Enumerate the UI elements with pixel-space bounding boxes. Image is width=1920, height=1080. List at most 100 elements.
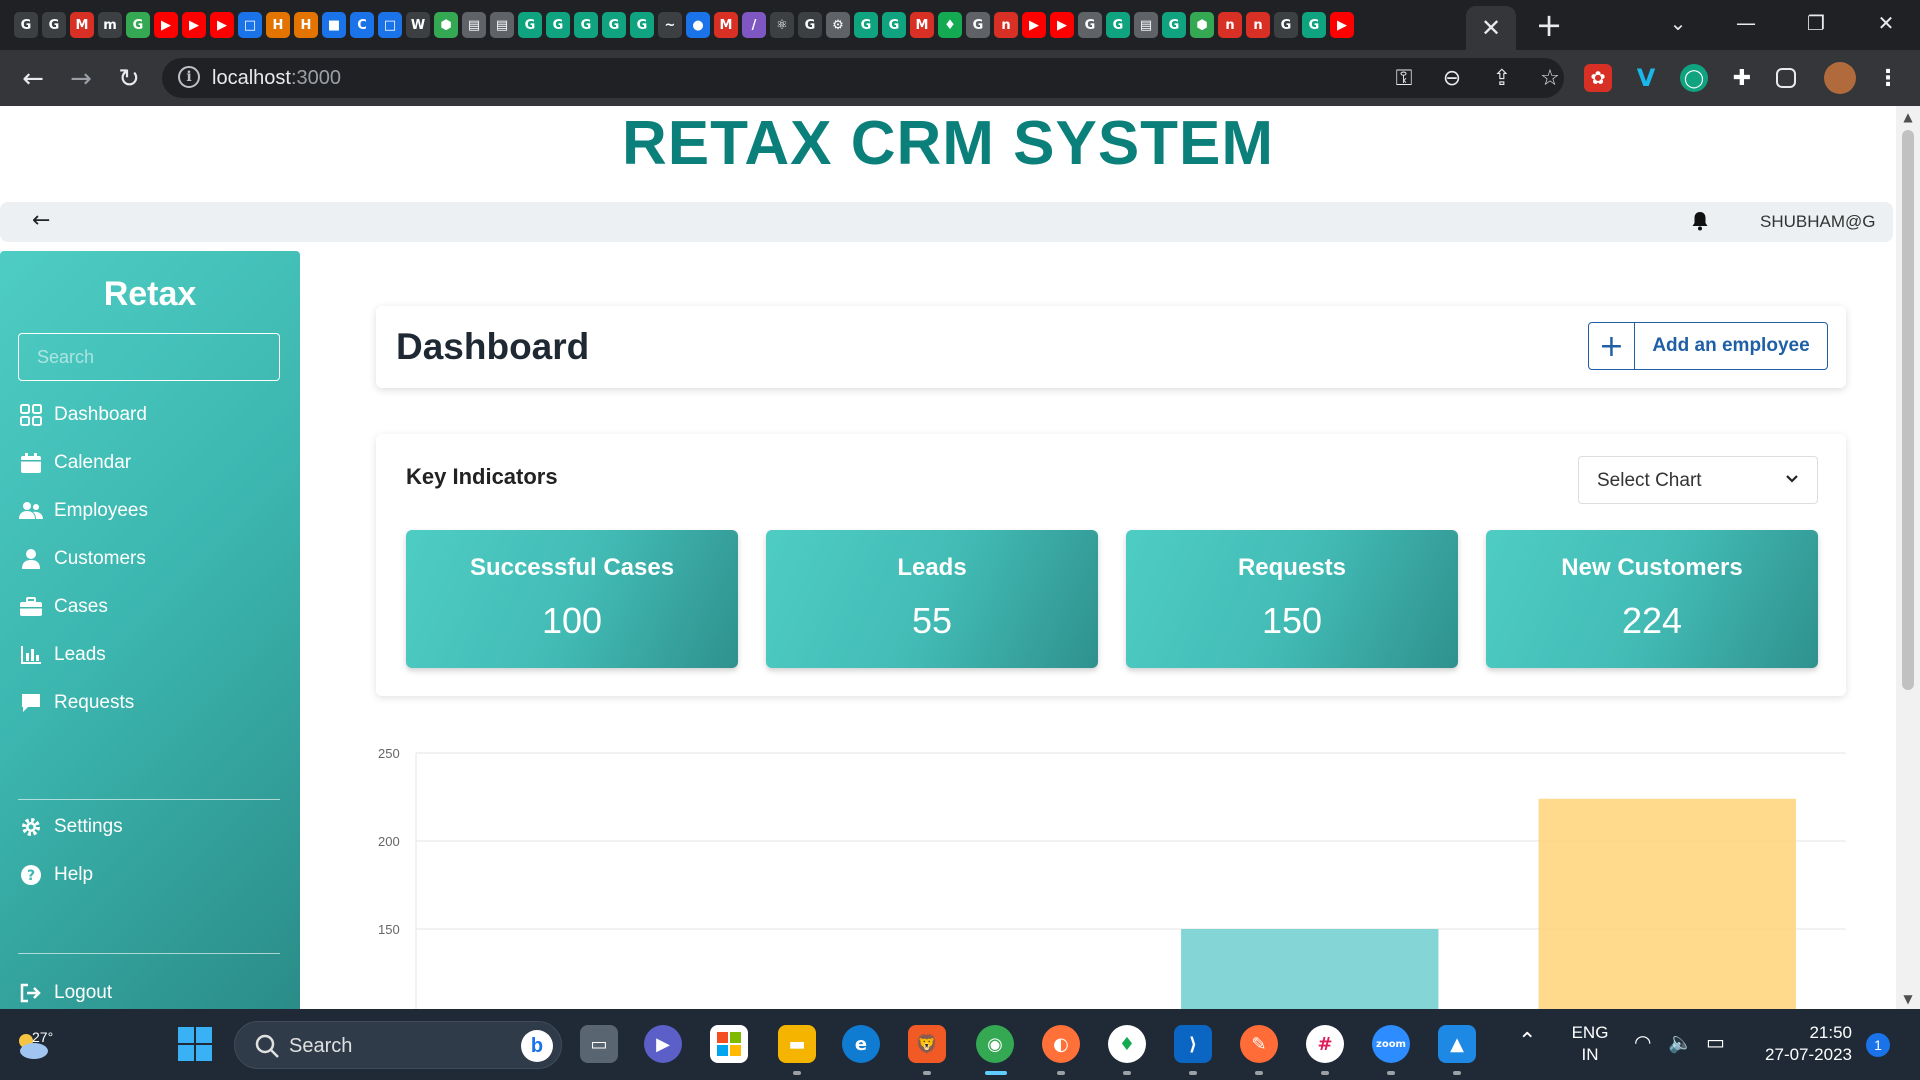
pinned-tab-favicon[interactable]: ⚛ xyxy=(770,12,794,38)
scroll-down-arrow[interactable]: ▼ xyxy=(1902,992,1914,1006)
pinned-tab-favicon[interactable]: ~ xyxy=(658,12,682,38)
page-scrollbar[interactable]: ▲ ▼ xyxy=(1896,106,1920,1009)
task-view-icon[interactable]: ▭ xyxy=(580,1025,618,1063)
pinned-tab-favicon[interactable]: G xyxy=(42,12,66,38)
pinned-tab-favicon[interactable]: ▤ xyxy=(462,12,486,38)
pinned-tab-favicon[interactable]: n xyxy=(1246,12,1270,38)
sidebar-item-leads[interactable]: Leads xyxy=(18,639,106,671)
pinned-tab-favicon[interactable]: ▶ xyxy=(210,12,234,38)
pinned-tab-favicon[interactable]: ▶ xyxy=(182,12,206,38)
pinned-tab-favicon[interactable]: G xyxy=(798,12,822,38)
sidebar-item-customers[interactable]: Customers xyxy=(18,543,146,575)
sidebar-item-settings[interactable]: Settings xyxy=(18,811,123,843)
scroll-thumb[interactable] xyxy=(1902,130,1914,690)
new-tab-button[interactable]: + xyxy=(1530,6,1568,44)
vimeo-icon[interactable]: V xyxy=(1632,64,1660,92)
pinned-tab-favicon[interactable]: ⬢ xyxy=(1190,12,1214,38)
sidebar-item-help[interactable]: ? Help xyxy=(18,859,93,891)
sidepanel-icon[interactable] xyxy=(1776,68,1796,88)
pinned-tab-favicon[interactable]: n xyxy=(1218,12,1242,38)
pinned-tab-favicon[interactable]: ▶ xyxy=(1022,12,1046,38)
pinned-tab-favicon[interactable]: G xyxy=(602,12,626,38)
pinned-tab-favicon[interactable]: G xyxy=(1162,12,1186,38)
pinned-tab-favicon[interactable]: G xyxy=(1106,12,1130,38)
back-button[interactable]: ← xyxy=(16,62,50,96)
pinned-tab-favicon[interactable]: ▶ xyxy=(1050,12,1074,38)
wifi-icon[interactable]: ◠ xyxy=(1634,1031,1651,1053)
photos-icon[interactable]: ▲ xyxy=(1438,1025,1476,1063)
sidebar-item-employees[interactable]: Employees xyxy=(18,495,148,527)
pinned-tab-favicon[interactable]: ▤ xyxy=(1134,12,1158,38)
sidebar-item-calendar[interactable]: Calendar xyxy=(18,447,131,479)
key-icon[interactable]: ⚿ xyxy=(1390,64,1418,92)
info-icon[interactable]: i xyxy=(178,66,200,88)
pinned-tab-favicon[interactable]: / xyxy=(742,12,766,38)
back-arrow-icon[interactable]: ← xyxy=(32,208,50,233)
pinned-tab-favicon[interactable]: G xyxy=(966,12,990,38)
pinned-tab-favicon[interactable]: ⬢ xyxy=(434,12,458,38)
pinned-tab-favicon[interactable]: ■ xyxy=(322,12,346,38)
microsoft-store-icon[interactable] xyxy=(710,1025,748,1063)
pinned-tab-favicon[interactable]: H xyxy=(294,12,318,38)
pinned-tab-favicon[interactable]: W xyxy=(406,12,430,38)
pinned-tab-favicon[interactable]: ▤ xyxy=(490,12,514,38)
select-chart-dropdown[interactable]: Select Chart xyxy=(1578,456,1818,504)
pinned-tab-favicon[interactable]: M xyxy=(910,12,934,38)
pinned-tab-favicon[interactable]: G xyxy=(546,12,570,38)
sidebar-search-input[interactable] xyxy=(18,333,280,381)
pinned-tab-favicon[interactable]: ▶ xyxy=(154,12,178,38)
clock[interactable]: 21:50 27-07-2023 xyxy=(1752,1022,1852,1066)
taskbar-search[interactable]: Search b xyxy=(234,1021,562,1069)
pinned-tab-favicon[interactable]: G xyxy=(630,12,654,38)
add-employee-button[interactable]: + Add an employee xyxy=(1588,322,1828,370)
sidebar-item-requests[interactable]: Requests xyxy=(18,687,134,719)
pinned-tab-favicon[interactable]: G xyxy=(1274,12,1298,38)
kpi-card-new-customers[interactable]: New Customers 224 xyxy=(1486,530,1818,668)
sidebar-item-cases[interactable]: Cases xyxy=(18,591,108,623)
edge-icon[interactable]: e xyxy=(842,1025,880,1063)
pinned-tab-favicon[interactable]: G xyxy=(854,12,878,38)
puzzle-icon[interactable]: ✚ xyxy=(1728,64,1756,92)
star-icon[interactable]: ☆ xyxy=(1536,64,1564,92)
pinned-tab-favicon[interactable]: G xyxy=(1078,12,1102,38)
pinned-tab-favicon[interactable]: G xyxy=(1302,12,1326,38)
restore-button[interactable]: ❐ xyxy=(1796,6,1836,40)
teams-chat-icon[interactable]: ▶ xyxy=(644,1025,682,1063)
vscode-icon[interactable]: ⟩ xyxy=(1174,1025,1212,1063)
pinned-tab-favicon[interactable]: G xyxy=(14,12,38,38)
tab-search-icon[interactable]: ⌄ xyxy=(1658,6,1698,40)
language-indicator[interactable]: ENG IN xyxy=(1570,1022,1610,1066)
postman-icon[interactable]: ✎ xyxy=(1240,1025,1278,1063)
brand-logo[interactable]: Retax xyxy=(0,275,300,314)
chrome-icon[interactable]: ◉ xyxy=(976,1025,1014,1063)
pinned-tab-favicon[interactable]: G xyxy=(518,12,542,38)
tray-overflow-icon[interactable]: ⌃ xyxy=(1518,1031,1536,1053)
scroll-up-arrow[interactable]: ▲ xyxy=(1902,110,1914,124)
pinned-tab-favicon[interactable]: ♦ xyxy=(938,12,962,38)
slack-icon[interactable]: # xyxy=(1306,1025,1344,1063)
share-icon[interactable]: ⇪ xyxy=(1488,64,1516,92)
pinned-tab-favicon[interactable]: M xyxy=(714,12,738,38)
pinned-tab-favicon[interactable]: ● xyxy=(686,12,710,38)
zoom-out-icon[interactable]: ⊖ xyxy=(1438,64,1466,92)
sidebar-item-logout[interactable]: Logout xyxy=(18,977,112,1009)
volume-icon[interactable]: 🔈 xyxy=(1668,1031,1693,1053)
pinned-tab-favicon[interactable]: M xyxy=(70,12,94,38)
sidebar-item-dashboard[interactable]: Dashboard xyxy=(18,399,147,431)
firefox-icon[interactable]: ◐ xyxy=(1042,1025,1080,1063)
kpi-card-successful-cases[interactable]: Successful Cases 100 xyxy=(406,530,738,668)
pinned-tab-favicon[interactable]: ⚙ xyxy=(826,12,850,38)
menu-dots-icon[interactable]: ⋮ xyxy=(1874,64,1902,92)
forward-button[interactable]: → xyxy=(64,62,98,96)
mongodb-compass-icon[interactable]: ♦ xyxy=(1108,1025,1146,1063)
reload-button[interactable]: ↻ xyxy=(112,62,146,96)
active-tab[interactable]: ✕ xyxy=(1466,6,1516,50)
pinned-tab-favicon[interactable]: H xyxy=(266,12,290,38)
weather-widget[interactable]: 27° xyxy=(12,1019,56,1069)
file-explorer-icon[interactable]: ▬ xyxy=(778,1025,816,1063)
kpi-card-requests[interactable]: Requests 150 xyxy=(1126,530,1458,668)
battery-icon[interactable]: ▭ xyxy=(1706,1031,1725,1053)
url-text[interactable]: localhost:3000 xyxy=(212,67,341,90)
minimize-button[interactable]: — xyxy=(1726,6,1766,40)
pinned-tab-favicon[interactable]: G xyxy=(574,12,598,38)
